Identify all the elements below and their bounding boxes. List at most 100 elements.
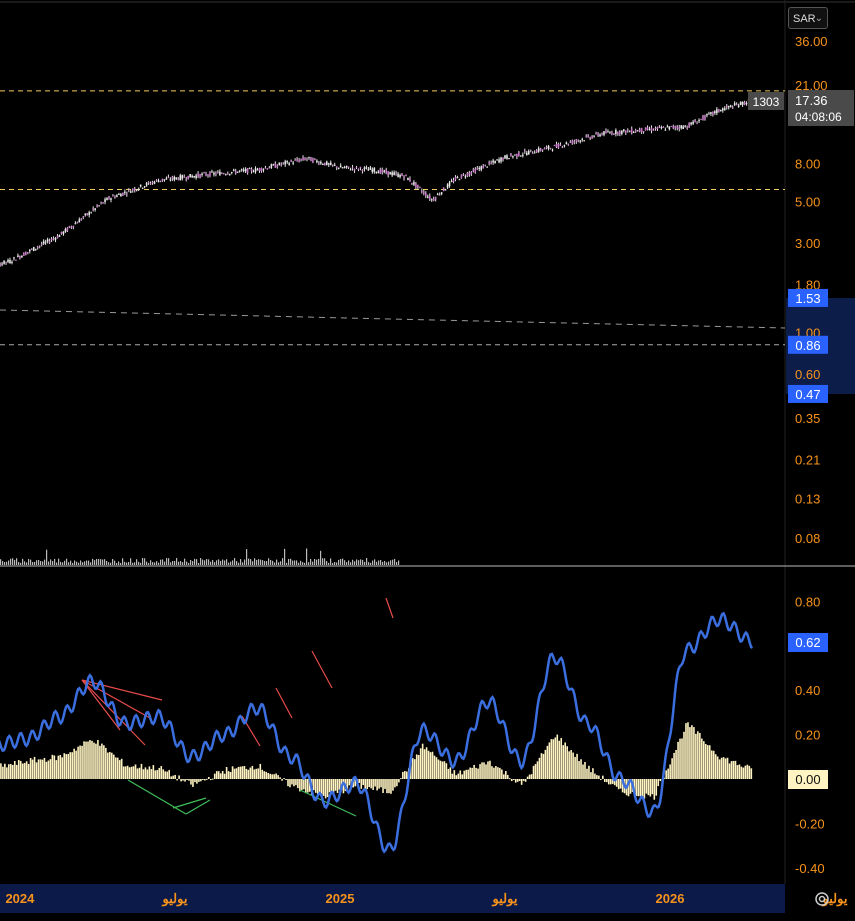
candle-body <box>527 151 530 155</box>
candle-body <box>743 101 746 105</box>
histogram-bar <box>746 764 749 779</box>
histogram-bar <box>322 779 325 796</box>
candle-body <box>52 238 55 240</box>
volume-bar <box>258 559 260 565</box>
candle-body <box>565 142 568 144</box>
histogram-bar <box>303 779 305 790</box>
price-tick-label: 3.00 <box>795 236 820 251</box>
candle-body <box>268 167 271 169</box>
histogram-bar <box>204 779 206 781</box>
histogram-bar <box>47 760 50 779</box>
histogram-bar <box>146 769 149 779</box>
candle-body <box>379 169 382 174</box>
histogram-bar <box>184 779 186 782</box>
histogram-bar <box>463 770 466 779</box>
candle-body <box>577 140 580 142</box>
histogram-bar <box>61 757 64 779</box>
chart-area[interactable]: 2024يوليو2025يوليو2026يوليو2027يوليو2028… <box>0 0 855 921</box>
candle-body <box>518 152 520 157</box>
oscillator-tick-label: 0.40 <box>795 683 820 698</box>
candle-body <box>686 127 688 129</box>
histogram-bar <box>13 761 16 779</box>
histogram-bar <box>546 745 549 779</box>
candle-body <box>395 173 397 175</box>
histogram-bar <box>712 750 715 779</box>
volume-bar <box>34 561 36 565</box>
candle-body <box>159 180 162 182</box>
candle-body <box>470 172 473 175</box>
volume-bar <box>204 560 206 565</box>
volume-bar <box>106 560 108 565</box>
histogram-bar <box>384 779 386 789</box>
candle-body <box>563 145 566 147</box>
histogram-bar <box>604 779 606 782</box>
candle-body <box>42 241 45 244</box>
histogram-bar <box>506 774 509 779</box>
volume-bar <box>374 559 376 565</box>
volume-bar <box>74 560 76 565</box>
histogram-bar <box>291 779 293 785</box>
histogram-bar <box>742 767 745 779</box>
histogram-bar <box>372 779 374 790</box>
candle-body <box>450 181 453 183</box>
candle-body <box>426 196 429 198</box>
candle-body <box>569 141 572 143</box>
histogram-bar <box>564 742 566 779</box>
histogram-bar <box>89 740 91 779</box>
candle-body <box>292 162 294 164</box>
price-tick-label: 0.08 <box>795 531 820 546</box>
candle-body <box>72 225 75 228</box>
candle-body <box>603 131 605 135</box>
volume-bar <box>108 562 110 565</box>
volume-bar <box>188 562 190 565</box>
histogram-bar <box>400 778 402 780</box>
volume-bar <box>320 550 322 565</box>
histogram-bar <box>570 750 572 779</box>
candle-body <box>472 169 475 171</box>
histogram-bar <box>202 779 204 780</box>
candle-body <box>430 199 433 201</box>
histogram-bar <box>501 769 503 779</box>
volume-bar <box>136 559 138 565</box>
candle-body <box>480 166 483 170</box>
histogram-bar <box>445 763 448 779</box>
candle-body <box>676 126 679 128</box>
histogram-bar <box>318 779 321 794</box>
candle-body <box>660 127 663 129</box>
histogram-bar <box>29 758 32 779</box>
candle-body <box>524 150 526 153</box>
volume-bar <box>396 562 398 565</box>
histogram-bar <box>285 779 287 780</box>
histogram-bar <box>554 737 557 779</box>
candle-body <box>438 194 441 196</box>
histogram-bar <box>683 731 685 779</box>
histogram-bar <box>457 773 460 779</box>
candle-body <box>405 174 407 176</box>
histogram-bar <box>744 765 747 779</box>
candle-body <box>322 164 324 166</box>
volume-bar <box>142 558 144 565</box>
currency-selector[interactable]: SAR ⌄ <box>788 7 828 29</box>
histogram-bar <box>475 767 477 779</box>
histogram-bar <box>477 768 479 779</box>
settings-gear-icon[interactable] <box>812 889 832 909</box>
histogram-bar <box>538 757 541 779</box>
candle-body <box>296 158 298 161</box>
histogram-bar <box>508 778 511 780</box>
candle-body <box>288 163 290 165</box>
volume-bar <box>242 562 244 565</box>
candle-body <box>23 252 25 256</box>
histogram-bar <box>578 760 580 779</box>
candle-body <box>60 231 63 234</box>
histogram-bar <box>247 769 250 779</box>
histogram-bar <box>681 738 683 779</box>
candle-body <box>636 130 639 132</box>
histogram-bar <box>667 768 669 779</box>
histogram-bar <box>269 773 271 779</box>
volume-bar <box>344 560 346 565</box>
volume-bar <box>156 561 158 565</box>
candle-body <box>205 173 207 176</box>
volume-bar <box>132 562 134 565</box>
histogram-bar <box>144 767 147 779</box>
histogram-bar <box>596 775 598 779</box>
